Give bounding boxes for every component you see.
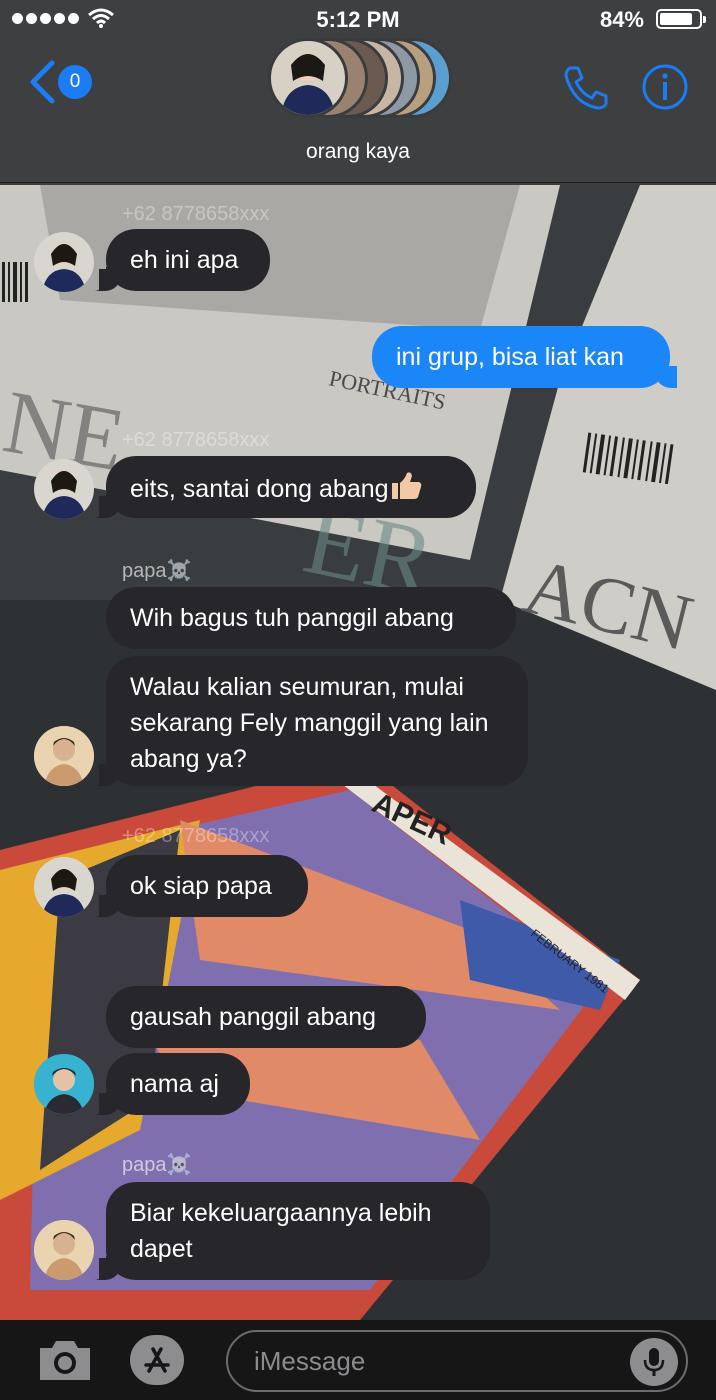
avatar[interactable]: [34, 1220, 94, 1280]
microphone-icon: [643, 1348, 665, 1376]
avatar[interactable]: [34, 1054, 94, 1114]
message-bubble[interactable]: ok siap papa: [99, 855, 308, 917]
avatar[interactable]: [34, 726, 94, 786]
phone-icon: [564, 66, 608, 110]
group-avatar-stack[interactable]: [268, 38, 452, 124]
message-bubble[interactable]: eits, santai dong abang: [99, 456, 476, 518]
battery-fill: [660, 13, 692, 25]
app-store-button[interactable]: [130, 1335, 184, 1385]
message-bubble[interactable]: eh ini apa: [99, 229, 270, 291]
phone-watermark: +62 8778658xxx: [122, 825, 269, 847]
phone-watermark: +62 8778658xxx: [122, 429, 269, 451]
camera-icon: [40, 1341, 90, 1380]
avatar[interactable]: [34, 857, 94, 917]
app-store-icon: [144, 1347, 170, 1373]
unread-badge: 0: [58, 65, 92, 99]
avatar: [268, 38, 348, 118]
group-name[interactable]: orang kaya: [0, 140, 716, 164]
microphone-button[interactable]: [630, 1338, 678, 1386]
message-bubble[interactable]: gausah panggil abang: [106, 986, 426, 1048]
info-button[interactable]: [640, 62, 690, 117]
back-button[interactable]: 0: [28, 60, 92, 104]
sender-name: papa☠️: [122, 1154, 192, 1176]
battery-icon: [656, 9, 706, 29]
info-icon: [642, 64, 688, 110]
sender-name: papa☠️: [122, 560, 192, 582]
message-bubble[interactable]: nama aj: [99, 1053, 250, 1115]
message-bubble[interactable]: Biar kekeluargaannya lebih dapet: [99, 1182, 490, 1280]
avatar[interactable]: [34, 232, 94, 292]
message-bubble[interactable]: Wih bagus tuh panggil abang: [106, 587, 516, 649]
battery-percentage: 84%: [599, 7, 644, 32]
message-input[interactable]: [226, 1330, 688, 1392]
message-bubble[interactable]: Walau kalian seumuran, mulai sekarang Fe…: [99, 656, 528, 786]
chevron-left-icon: [30, 60, 55, 104]
status-bar: 5:12 PM 84%: [0, 0, 716, 40]
thumbs-up-icon: [389, 469, 423, 511]
skull-icon: ☠️: [166, 1154, 192, 1176]
message-bubble[interactable]: ini grup, bisa liat kan: [372, 326, 677, 388]
message-text: eits, santai dong abang: [130, 475, 389, 503]
camera-button[interactable]: [36, 1336, 94, 1389]
skull-icon: ☠️: [166, 560, 192, 582]
call-button[interactable]: [560, 62, 610, 117]
avatar[interactable]: [34, 459, 94, 519]
composer-bar: [0, 1320, 716, 1400]
phone-watermark: +62 8778658xxx: [122, 203, 269, 225]
